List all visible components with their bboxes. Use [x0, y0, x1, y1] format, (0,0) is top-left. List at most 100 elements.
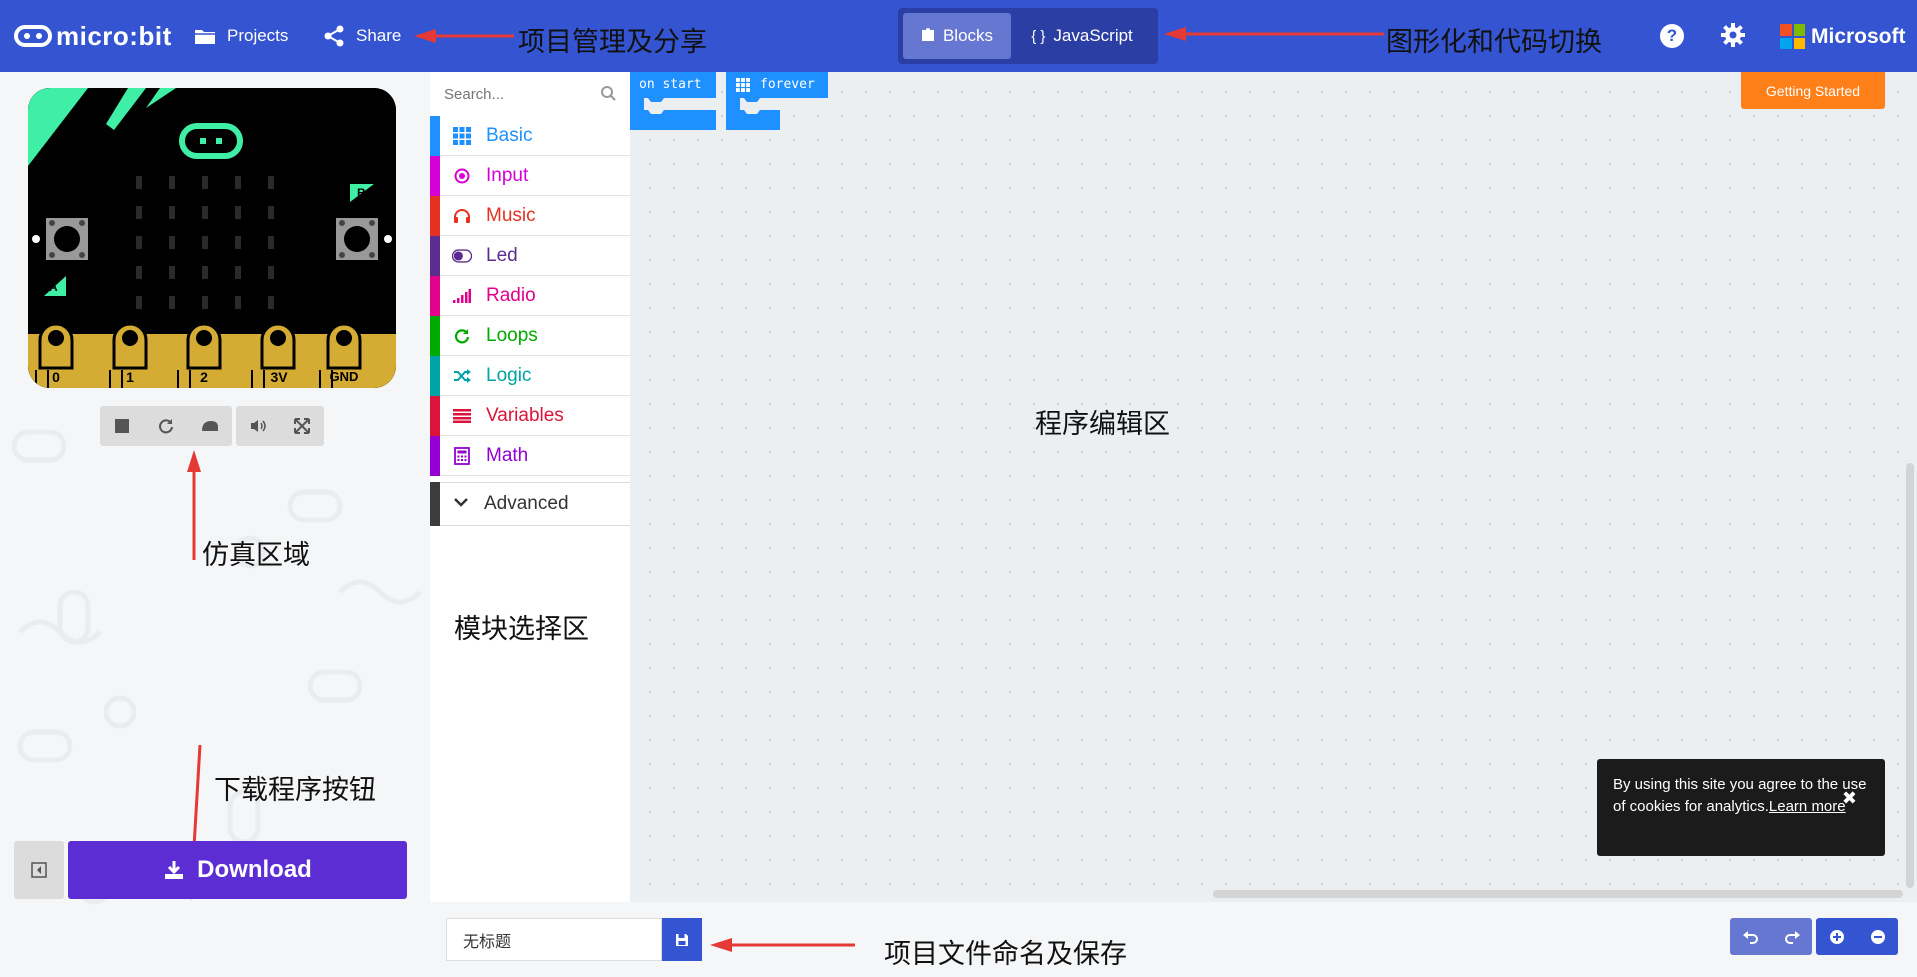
mute-icon [251, 420, 266, 432]
annotation-download: 下载程序按钮 [214, 775, 376, 806]
category-color-bar [430, 395, 440, 436]
category-color-bar [430, 235, 440, 276]
collapse-icon [31, 862, 47, 878]
zoom-out-button[interactable] [1857, 918, 1898, 955]
category-color-bar [430, 315, 440, 356]
undo-redo-group [1730, 918, 1812, 955]
advanced-label: Advanced [484, 493, 569, 514]
forever-block[interactable]: forever [726, 72, 828, 130]
microbit-logo-icon [14, 25, 52, 47]
zoom-group [1816, 918, 1898, 955]
toolbox-panel: Basic Input Music Led Radio Loops Logic … [430, 72, 630, 902]
on-start-block[interactable]: on start [630, 72, 716, 130]
learn-more-link[interactable]: Learn more [1769, 798, 1846, 815]
zoom-in-button[interactable] [1816, 918, 1857, 955]
undo-icon [1742, 930, 1758, 944]
save-button[interactable] [662, 918, 702, 961]
stop-button[interactable] [100, 406, 144, 446]
category-color-bar [430, 355, 440, 396]
annotation-file-name: 项目文件命名及保存 [884, 939, 1127, 970]
signal-icon [452, 286, 472, 306]
button-a[interactable] [46, 218, 88, 260]
annotation-editor: 程序编辑区 [1035, 409, 1170, 440]
microsoft-text: Microsoft [1811, 24, 1906, 48]
cookie-banner: By using this site you agree to the use … [1597, 759, 1885, 856]
vertical-scrollbar[interactable] [1906, 463, 1914, 888]
category-label: Music [486, 204, 536, 226]
arrow-to-toggle [1164, 27, 1384, 41]
search-input[interactable] [444, 85, 594, 103]
category-variables[interactable]: Variables [430, 395, 630, 436]
category-radio[interactable]: Radio [430, 275, 630, 316]
forever-label: forever [760, 77, 815, 92]
projects-button[interactable]: Projects [193, 22, 288, 50]
category-color-bar [430, 435, 440, 476]
annotation-toolbox: 模块选择区 [454, 614, 589, 645]
category-logic[interactable]: Logic [430, 355, 630, 396]
category-led[interactable]: Led [430, 235, 630, 276]
button-b[interactable] [336, 218, 378, 260]
zoom-in-icon [1829, 929, 1844, 944]
toolbox-search [430, 72, 630, 116]
close-icon[interactable]: ✖ [1842, 787, 1857, 809]
microsoft-logo-icon [1780, 24, 1805, 49]
zoom-out-icon [1870, 929, 1885, 944]
annotation-project-share: 项目管理及分享 [518, 27, 707, 58]
simulator-run-group [100, 406, 232, 446]
horizontal-scrollbar[interactable] [1213, 890, 1903, 898]
category-label: Input [486, 164, 529, 186]
stop-icon [115, 419, 129, 433]
javascript-label: JavaScript [1053, 26, 1133, 45]
download-button[interactable]: Download [68, 841, 407, 899]
share-icon [322, 24, 346, 48]
annotation-mode-switch: 图形化和代码切换 [1386, 27, 1602, 58]
refresh-icon [452, 326, 472, 346]
undo-button[interactable] [1730, 918, 1771, 955]
getting-started-button[interactable]: Getting Started [1741, 72, 1885, 109]
projects-label: Projects [227, 26, 289, 45]
arrow-to-save [710, 938, 855, 952]
category-label: Radio [486, 284, 536, 306]
mute-button[interactable] [236, 406, 280, 446]
category-music[interactable]: Music [430, 195, 630, 236]
chevron-down-icon [454, 495, 468, 513]
braces-icon: { } [1031, 27, 1046, 45]
category-label: Variables [486, 404, 564, 426]
puzzle-icon [921, 26, 935, 46]
folder-icon [193, 24, 217, 48]
shuffle-icon [452, 366, 472, 386]
category-math[interactable]: Math [430, 435, 630, 476]
toggle-icon [452, 246, 472, 266]
redo-button[interactable] [1771, 918, 1812, 955]
blocks-label: Blocks [942, 26, 994, 45]
search-icon[interactable] [601, 86, 616, 101]
editor-mode-toggle: Blocks { } JavaScript [898, 8, 1158, 64]
gear-icon[interactable] [1720, 22, 1746, 48]
category-basic[interactable]: Basic [430, 115, 630, 156]
header-bar: micro:bit Projects Share Blocks { } Java… [0, 0, 1917, 72]
fullscreen-button[interactable] [280, 406, 324, 446]
category-label: Logic [486, 364, 532, 386]
category-color-bar [430, 195, 440, 236]
microbit-logo[interactable]: micro:bit [14, 20, 172, 52]
category-label: Loops [486, 324, 538, 346]
grid-icon [452, 126, 472, 146]
collapse-simulator-button[interactable] [14, 841, 64, 899]
arrow-to-simulator [187, 450, 201, 560]
javascript-tab[interactable]: { } JavaScript [1011, 13, 1153, 59]
simulator-view-group [236, 406, 324, 446]
microsoft-logo[interactable]: Microsoft [1780, 24, 1906, 49]
share-button[interactable]: Share [322, 22, 401, 50]
category-loops[interactable]: Loops [430, 315, 630, 356]
download-label: Download [197, 856, 312, 883]
help-icon[interactable]: ? [1660, 24, 1684, 48]
project-name-input[interactable] [446, 918, 662, 961]
target-icon [452, 166, 472, 186]
category-advanced[interactable]: Advanced [430, 482, 630, 526]
annotation-simulator: 仿真区域 [202, 540, 310, 571]
restart-button[interactable] [144, 406, 188, 446]
category-input[interactable]: Input [430, 155, 630, 196]
slowmo-button[interactable] [188, 406, 232, 446]
blocks-tab[interactable]: Blocks [903, 13, 1011, 59]
category-label: Math [486, 444, 529, 466]
